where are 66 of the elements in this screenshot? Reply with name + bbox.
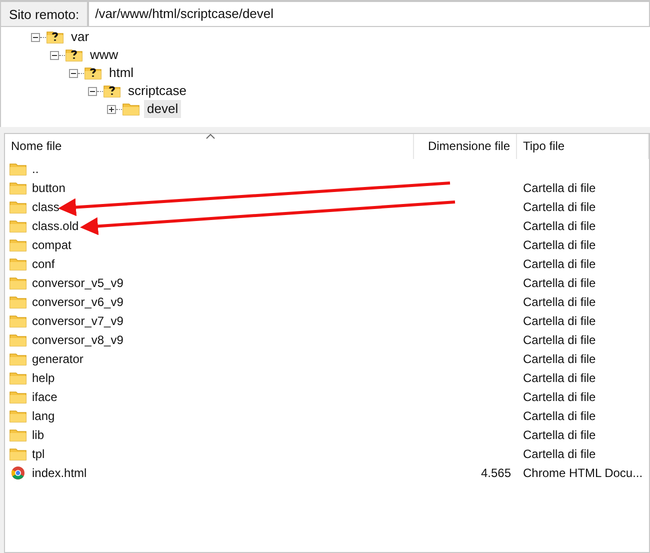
file-name[interactable]: lang [32, 406, 55, 424]
column-header[interactable]: Nome file [5, 134, 414, 159]
expand-toggle-icon[interactable] [107, 104, 116, 114]
folder-icon [9, 314, 27, 328]
file-name[interactable]: conversor_v7_v9 [32, 312, 124, 330]
tree-item[interactable]: var [68, 28, 92, 46]
remote-site-label: Sito remoto: [0, 1, 88, 27]
file-name[interactable]: generator [32, 350, 84, 368]
file-type: Cartella di file [523, 370, 596, 384]
folder-icon [9, 218, 27, 232]
file-name[interactable]: conversor_v8_v9 [32, 330, 124, 348]
file-type: Cartella di file [523, 428, 596, 442]
file-name[interactable]: compat [32, 236, 72, 254]
folder-icon [9, 352, 27, 366]
folder-icon [9, 390, 27, 404]
file-type: Cartella di file [523, 200, 596, 214]
file-name[interactable]: iface [32, 388, 58, 406]
column-header[interactable]: Tipo file [517, 134, 649, 159]
folder-icon [9, 180, 27, 194]
file-type: Cartella di file [523, 352, 596, 366]
file-name[interactable]: class.old [32, 216, 79, 234]
file-name[interactable]: conf [32, 254, 55, 272]
file-type: Cartella di file [523, 446, 596, 460]
folder-icon [9, 200, 27, 214]
column-header[interactable]: Dimensione file [414, 134, 517, 159]
file-type: Cartella di file [523, 294, 596, 308]
tree-item[interactable]: scriptcase [125, 82, 190, 100]
file-type: Cartella di file [523, 314, 596, 328]
browser-file-icon [11, 466, 25, 480]
file-type: Cartella di file [523, 276, 596, 290]
tree-item[interactable]: html [106, 64, 137, 82]
tree-item[interactable]: devel [144, 100, 182, 118]
folder-icon [9, 332, 27, 346]
folder-icon [9, 446, 27, 460]
file-size: 4.565 [480, 466, 511, 480]
folder-icon [9, 428, 27, 442]
folder-icon [9, 276, 27, 290]
file-name[interactable]: lib [32, 426, 44, 444]
collapse-toggle-icon[interactable] [69, 68, 78, 78]
folder-icon [9, 162, 27, 176]
file-name[interactable]: button [32, 178, 66, 196]
file-name[interactable]: class [32, 198, 60, 216]
tree-item[interactable]: www [87, 46, 122, 64]
remote-path-field[interactable]: /var/www/html/scriptcase/devel [88, 1, 650, 27]
file-name[interactable]: .. [32, 160, 39, 178]
file-type: Cartella di file [523, 218, 596, 232]
file-name[interactable]: conversor_v6_v9 [32, 292, 124, 310]
folder-icon [9, 294, 27, 308]
collapse-toggle-icon[interactable] [50, 50, 59, 60]
folder-icon [9, 408, 27, 422]
file-type: Chrome HTML Docu... [523, 466, 643, 480]
file-name[interactable]: conversor_v5_v9 [32, 274, 124, 292]
folder-icon [9, 238, 27, 252]
file-type: Cartella di file [523, 408, 596, 422]
file-name[interactable]: help [32, 368, 55, 386]
file-type: Cartella di file [523, 390, 596, 404]
folder-icon [9, 256, 27, 270]
file-type: Cartella di file [523, 256, 596, 270]
folder-icon [9, 370, 27, 384]
file-type: Cartella di file [523, 180, 596, 194]
file-type: Cartella di file [523, 332, 596, 346]
file-type: Cartella di file [523, 238, 596, 252]
file-name[interactable]: index.html [32, 464, 87, 482]
collapse-toggle-icon[interactable] [31, 32, 40, 42]
file-name[interactable]: tpl [32, 444, 45, 462]
collapse-toggle-icon[interactable] [88, 86, 97, 96]
